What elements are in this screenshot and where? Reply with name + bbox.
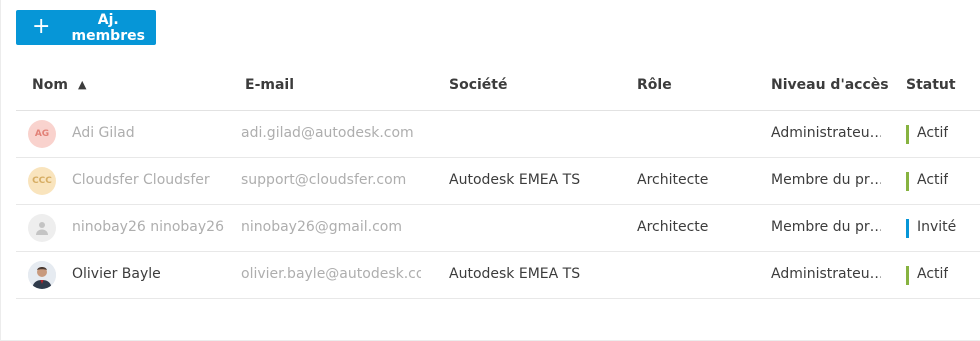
member-company: Autodesk EMEA TS [449, 172, 581, 188]
member-status: Actif [917, 266, 949, 282]
user-photo-icon [28, 261, 56, 289]
column-header-email[interactable]: E-mail [245, 77, 294, 93]
add-members-label: Aj. membres [71, 11, 145, 44]
column-header-status[interactable]: Statut [906, 77, 956, 93]
member-role: Architecte [637, 219, 709, 235]
table-row[interactable]: ninobay26 ninobay26 ninobay26@gmail.com … [16, 205, 980, 252]
avatar [28, 214, 56, 242]
member-company: Autodesk EMEA TS [449, 266, 581, 282]
member-name: Adi Gilad [72, 125, 135, 141]
avatar [28, 261, 56, 289]
avatar: AG [28, 120, 56, 148]
member-name: ninobay26 ninobay26 [72, 219, 224, 235]
member-access-level: Membre du pr… [771, 172, 881, 188]
avatar: CCC [28, 167, 56, 195]
member-email: ninobay26@gmail.com [241, 219, 402, 235]
status-indicator [906, 172, 909, 191]
table-row[interactable]: CCC Cloudsfer Cloudsfer support@cloudsfe… [16, 158, 980, 205]
member-role: Architecte [637, 172, 709, 188]
member-access-level: Administrateu… [771, 266, 881, 282]
column-header-role[interactable]: Rôle [637, 77, 672, 93]
plus-icon: + [32, 13, 51, 39]
member-status: Invité [917, 219, 957, 235]
status-indicator [906, 219, 909, 238]
column-header-name-label: Nom [32, 77, 68, 93]
members-table: Nom ▲ E-mail Société Rôle Niveau d'accès … [16, 60, 980, 299]
member-access-level: Administrateu… [771, 125, 881, 141]
column-header-access-level[interactable]: Niveau d'accès [771, 77, 889, 93]
member-access-level: Membre du pr… [771, 219, 881, 235]
member-email: support@cloudsfer.com [241, 172, 407, 188]
member-name: Olivier Bayle [72, 266, 161, 282]
column-header-name[interactable]: Nom ▲ [32, 77, 86, 93]
member-email: adi.gilad@autodesk.com [241, 125, 414, 141]
member-status: Actif [917, 125, 949, 141]
table-row[interactable]: Olivier Bayle olivier.bayle@autodesk.com… [16, 252, 980, 299]
sort-ascending-icon[interactable]: ▲ [78, 78, 86, 91]
member-email: olivier.bayle@autodesk.com [241, 266, 421, 282]
status-indicator [906, 125, 909, 144]
table-header: Nom ▲ E-mail Société Rôle Niveau d'accès … [16, 60, 980, 111]
user-placeholder-icon [36, 222, 48, 235]
status-indicator [906, 266, 909, 285]
member-status: Actif [917, 172, 949, 188]
member-name: Cloudsfer Cloudsfer [72, 172, 210, 188]
add-members-button[interactable]: + Aj. membres [16, 10, 156, 45]
column-header-company[interactable]: Société [449, 77, 507, 93]
table-row[interactable]: AG Adi Gilad adi.gilad@autodesk.com Admi… [16, 111, 980, 158]
